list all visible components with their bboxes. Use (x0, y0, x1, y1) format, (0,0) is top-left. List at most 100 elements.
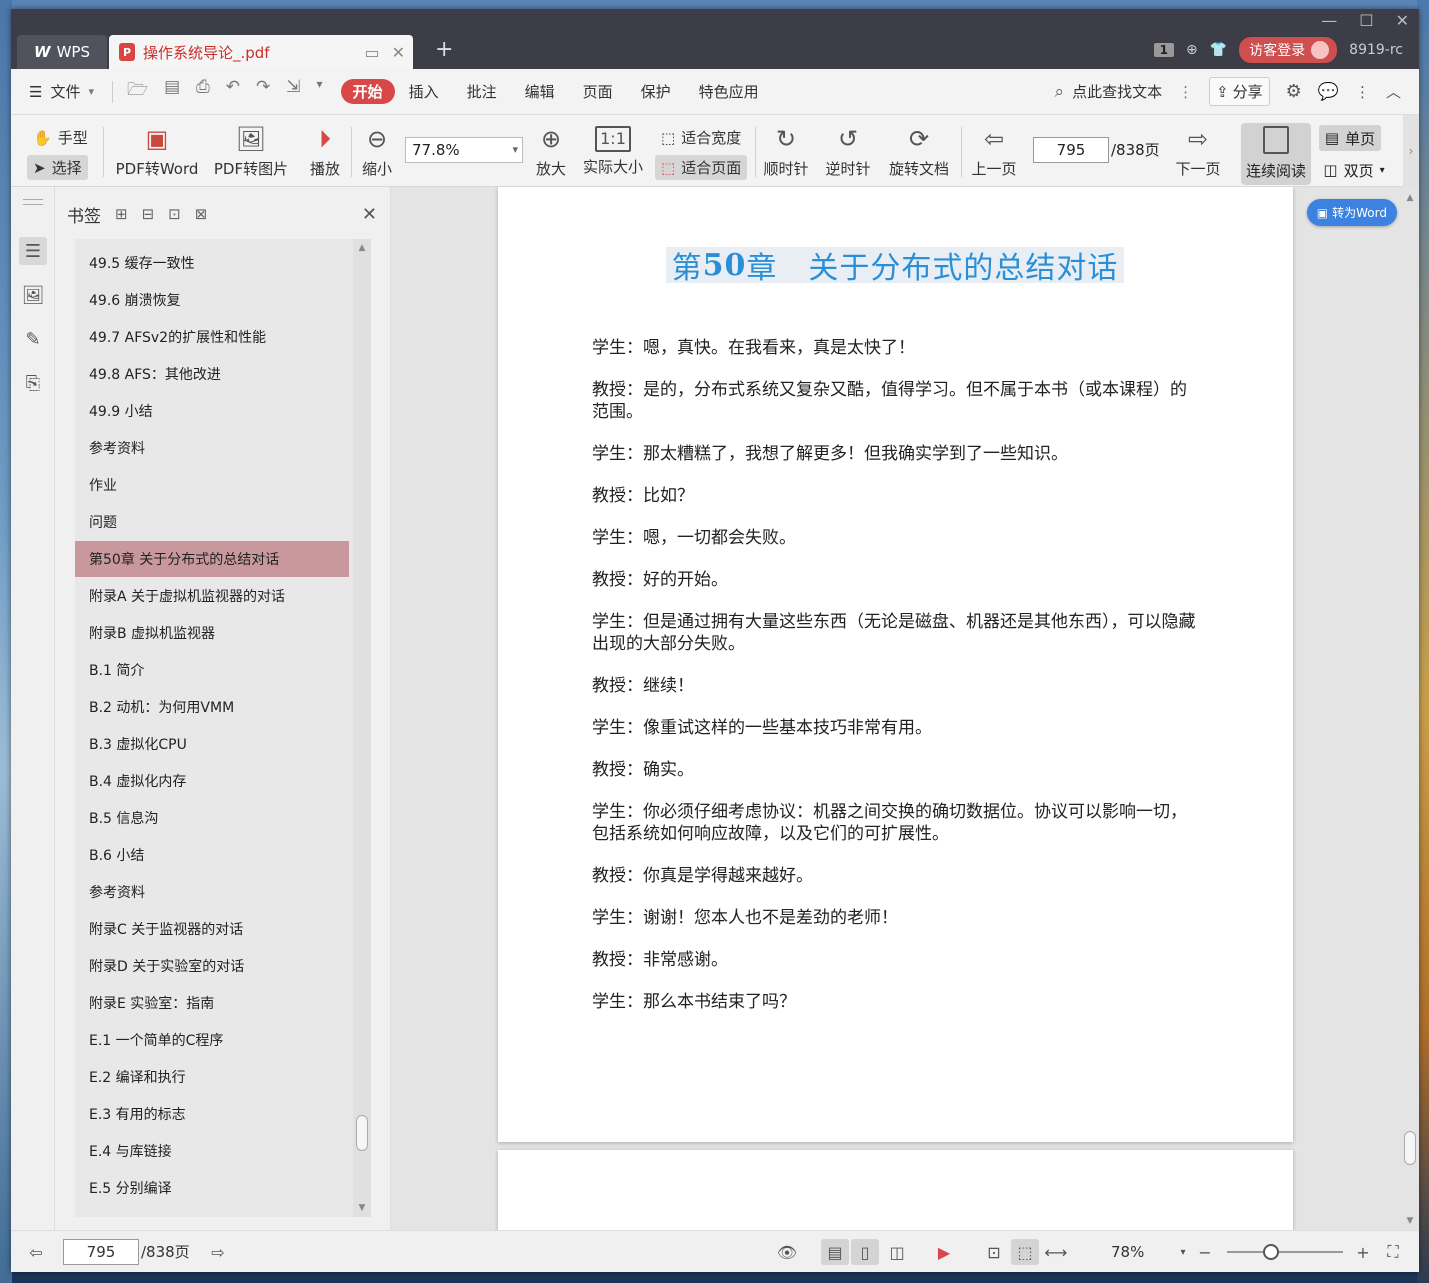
play-button[interactable]: ⏵ 播放 (305, 115, 345, 187)
bookmark-item[interactable]: B.4 虚拟化内存 (75, 763, 349, 799)
signature-panel-icon[interactable]: ⎘ (19, 369, 47, 397)
bookmark-item[interactable]: 附录B 虚拟机监视器 (75, 615, 349, 651)
tab-page[interactable]: 页面 (569, 81, 627, 102)
zoom-slider-knob[interactable] (1263, 1244, 1279, 1260)
maximize-icon[interactable]: ☐ (1359, 11, 1373, 30)
bookmark-options-icon[interactable]: ⊠ (195, 205, 208, 223)
redo-icon[interactable]: ↷ (256, 77, 270, 106)
fit-width-button[interactable]: ⬚ 适合宽度 (655, 125, 747, 150)
file-menu[interactable]: ☰ 文件 ▾ (11, 81, 108, 102)
fit-width-status-icon[interactable]: ⟷ (1043, 1239, 1069, 1265)
status-zoom-value[interactable]: 78% (1111, 1239, 1144, 1265)
bookmark-item[interactable]: 附录A 关于虚拟机监视器的对话 (75, 578, 349, 614)
wps-home-tab[interactable]: W WPS (17, 35, 107, 69)
add-bookmark-icon[interactable]: ⊡ (168, 205, 181, 223)
scroll-thumb[interactable] (356, 1115, 368, 1151)
tab-insert[interactable]: 插入 (395, 81, 453, 102)
bookmark-scrollbar[interactable]: ▲ ▼ (353, 239, 371, 1217)
single-view-icon[interactable]: ▯ (851, 1239, 879, 1265)
bookmark-item[interactable]: B.3 虚拟化CPU (75, 726, 349, 762)
collapse-ribbon-icon[interactable]: ︿ (1386, 81, 1401, 102)
search-text-button[interactable]: ⌕ 点此查找文本 (1055, 81, 1163, 102)
double-page-button[interactable]: ◫ 双页 ▾ (1319, 157, 1389, 183)
login-button[interactable]: 访客登录 (1239, 37, 1338, 63)
export-icon[interactable]: ⇲ (286, 77, 300, 106)
share-button[interactable]: ⇪ 分享 (1209, 77, 1270, 106)
close-window-icon[interactable]: ✕ (1396, 11, 1409, 30)
comment-icon[interactable]: 💬 (1318, 82, 1339, 102)
tab-edit[interactable]: 编辑 (511, 81, 569, 102)
previous-page-button[interactable]: ⇦ 上一页 (969, 115, 1019, 187)
bookmark-item[interactable]: B.5 信息沟 (75, 800, 349, 836)
bookmark-item[interactable]: 49.6 崩溃恢复 (75, 282, 349, 318)
bookmark-item[interactable]: 49.7 AFSv2的扩展性和性能 (75, 319, 349, 355)
convert-to-word-button[interactable]: ▣ 转为Word (1306, 199, 1397, 226)
print-icon[interactable]: ⎙ (196, 77, 210, 106)
bookmark-item[interactable]: 参考资料 (75, 430, 349, 466)
ribbon-scroll-right[interactable]: › (1403, 115, 1419, 187)
actual-size-button[interactable]: 1:1 实际大小 (581, 115, 645, 187)
bookmark-item[interactable]: 第50章 关于分布式的总结对话 (75, 541, 349, 577)
bookmark-item[interactable]: E.3 有用的标志 (75, 1096, 349, 1132)
actual-size-status-icon[interactable]: ⊡ (981, 1239, 1007, 1265)
fullscreen-icon[interactable]: ⛶ (1381, 1239, 1405, 1265)
close-panel-icon[interactable]: ✕ (362, 204, 377, 225)
bookmark-item[interactable]: E.5 分别编译 (75, 1170, 349, 1206)
pdf-to-word-button[interactable]: ▣ PDF转Word (111, 115, 203, 187)
pdf-to-image-button[interactable]: 🖼 PDF转图片 (207, 115, 295, 187)
status-next-page-icon[interactable]: ⇨ (207, 1239, 229, 1265)
zoom-out-status-icon[interactable]: − (1195, 1239, 1215, 1265)
annotation-panel-icon[interactable]: ✎ (19, 325, 47, 353)
bookmark-item[interactable]: 附录E 实验室：指南 (75, 985, 349, 1021)
bookmark-item[interactable]: 附录C 关于监视器的对话 (75, 911, 349, 947)
zoom-slider[interactable] (1227, 1244, 1343, 1260)
play-slideshow-icon[interactable]: ▶ (931, 1239, 957, 1265)
save-icon[interactable]: ▤ (164, 77, 180, 106)
bookmark-item[interactable]: E.4 与库链接 (75, 1133, 349, 1169)
tab-annotate[interactable]: 批注 (453, 81, 511, 102)
tab-start[interactable]: 开始 (340, 79, 395, 104)
zoom-select[interactable]: 77.8% (405, 137, 523, 163)
eye-protection-icon[interactable]: 👁 (775, 1239, 799, 1265)
sync-icon[interactable]: ⊕ (1186, 42, 1198, 58)
bookmark-item[interactable]: E.1 一个简单的C程序 (75, 1022, 349, 1058)
select-tool-button[interactable]: ➤ 选择 (27, 155, 88, 180)
scroll-thumb[interactable] (1404, 1131, 1416, 1165)
scroll-down-icon[interactable]: ▼ (353, 1203, 371, 1213)
undo-icon[interactable]: ↶ (226, 77, 240, 106)
document-scrollbar[interactable]: ▲ ▼ (1401, 187, 1419, 1230)
bookmark-item[interactable]: B.1 简介 (75, 652, 349, 688)
tab-protect[interactable]: 保护 (627, 81, 685, 102)
open-folder-icon[interactable]: 🗁 (127, 77, 148, 106)
status-page-input[interactable]: 795 (63, 1239, 139, 1265)
scroll-up-icon[interactable]: ▲ (353, 243, 371, 253)
close-tab-icon[interactable]: ✕ (392, 43, 405, 62)
window-count-badge[interactable]: 1 (1153, 43, 1174, 57)
hand-tool-button[interactable]: ✋ 手型 (27, 125, 94, 150)
collapse-all-icon[interactable]: ⊟ (142, 205, 155, 223)
fit-page-status-icon[interactable]: ⬚ (1011, 1239, 1039, 1265)
document-tab[interactable]: P 操作系统导论_.pdf ▭ ✕ (109, 35, 413, 69)
new-tab-button[interactable]: + (435, 37, 453, 62)
continuous-reading-button[interactable]: 连续阅读 (1241, 123, 1311, 185)
single-page-button[interactable]: ▤ 单页 (1319, 125, 1381, 151)
bookmark-item[interactable]: B.6 小结 (75, 837, 349, 873)
bookmark-item[interactable]: E.6 Makefile文件 (75, 1207, 349, 1217)
double-view-icon[interactable]: ◫ (883, 1239, 911, 1265)
bookmark-item[interactable]: 问题 (75, 504, 349, 540)
zoom-in-button[interactable]: ⊕ 放大 (531, 115, 571, 187)
skin-icon[interactable]: 👕 (1210, 42, 1227, 58)
scroll-down-icon[interactable]: ▼ (1401, 1216, 1419, 1226)
monitor-icon[interactable]: ▭ (364, 43, 379, 62)
bookmark-item[interactable]: B.2 动机：为何用VMM (75, 689, 349, 725)
bookmark-item[interactable]: 参考资料 (75, 874, 349, 910)
expand-all-icon[interactable]: ⊞ (115, 205, 128, 223)
bookmark-item[interactable]: 附录D 关于实验室的对话 (75, 948, 349, 984)
settings-icon[interactable]: ⚙ (1286, 81, 1302, 102)
bookmark-item[interactable]: 49.5 缓存一致性 (75, 245, 349, 281)
next-page-button[interactable]: ⇨ 下一页 (1173, 115, 1223, 187)
minimize-icon[interactable]: — (1321, 11, 1337, 30)
zoom-out-button[interactable]: ⊖ 缩小 (357, 115, 397, 187)
rail-grip[interactable] (23, 199, 43, 205)
fit-page-button[interactable]: ⬚ 适合页面 (655, 155, 748, 180)
